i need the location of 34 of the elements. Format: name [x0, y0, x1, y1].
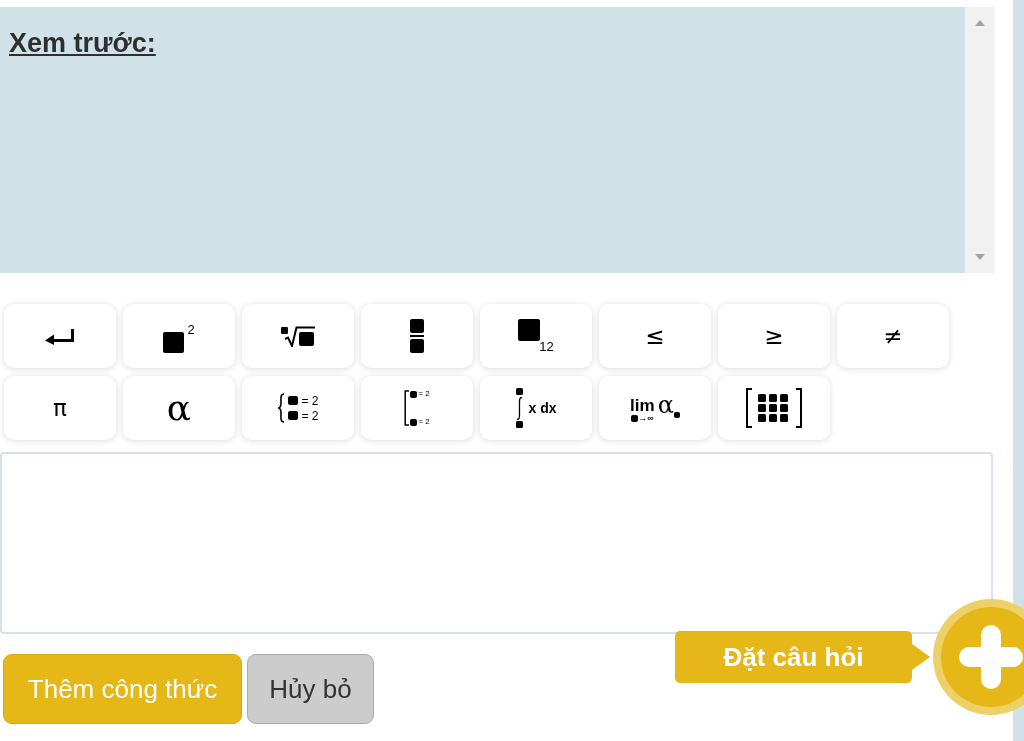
- caret-down-icon[interactable]: [975, 254, 985, 260]
- greek-letter-button[interactable]: α: [123, 376, 235, 440]
- tooltip: Đặt câu hỏi: [675, 631, 930, 683]
- fraction-icon: [410, 319, 424, 353]
- preview-heading: Xem trước:: [9, 30, 156, 57]
- cancel-button[interactable]: Hủy bỏ: [247, 654, 374, 724]
- placeholder-square-icon: [163, 332, 185, 353]
- bracket-icon: [404, 390, 410, 426]
- return-key-button[interactable]: [4, 304, 116, 368]
- caret-up-icon[interactable]: [975, 20, 985, 26]
- placeholder-square-icon: [288, 396, 299, 405]
- equation-system-button[interactable]: = 2 = 2: [242, 376, 354, 440]
- power-button[interactable]: 2: [123, 304, 235, 368]
- symbol-button[interactable]: π: [4, 376, 116, 440]
- integral-button[interactable]: x dx: [480, 376, 592, 440]
- root-icon: [281, 325, 315, 347]
- integral-icon: [515, 388, 525, 428]
- placeholder-square-icon: [518, 319, 541, 341]
- symbol-button[interactable]: ≠: [837, 304, 949, 368]
- ask-question-button[interactable]: [933, 598, 1024, 716]
- formula-input[interactable]: [0, 452, 993, 634]
- bracket-system-button[interactable]: = 2 = 2: [361, 376, 473, 440]
- plus-icon: [959, 625, 1023, 689]
- brace-icon: [277, 393, 286, 423]
- matrix-button[interactable]: [718, 376, 830, 440]
- matrix-icon: [745, 388, 803, 428]
- fraction-button[interactable]: [361, 304, 473, 368]
- root-button[interactable]: [242, 304, 354, 368]
- scrollbar[interactable]: [965, 7, 995, 273]
- placeholder-square-icon: [288, 411, 299, 420]
- subscript-button[interactable]: 12: [480, 304, 592, 368]
- return-arrow-icon: [45, 327, 75, 345]
- symbol-button[interactable]: ≤: [599, 304, 711, 368]
- symbol-button[interactable]: ≥: [718, 304, 830, 368]
